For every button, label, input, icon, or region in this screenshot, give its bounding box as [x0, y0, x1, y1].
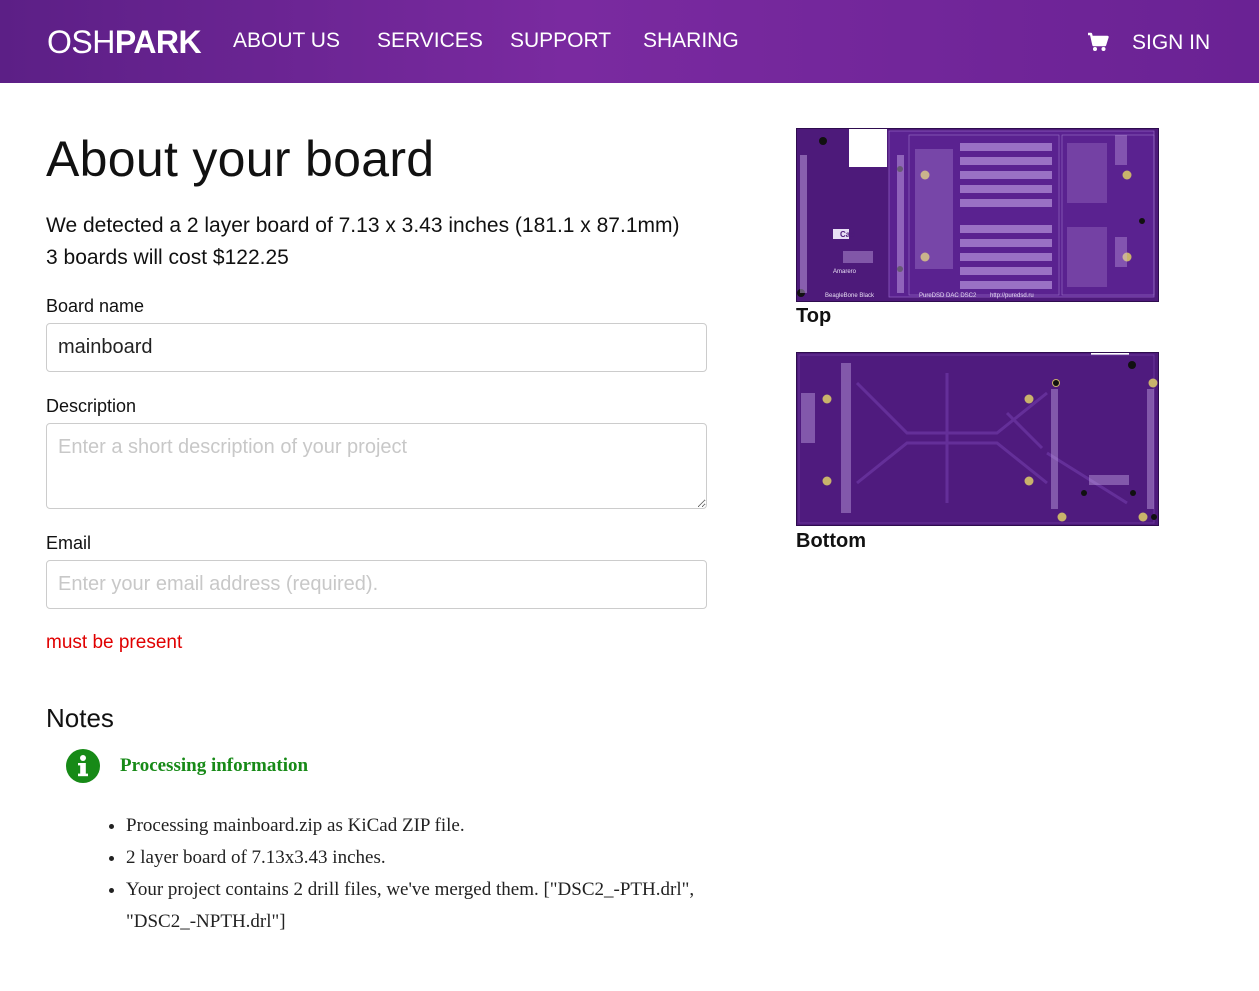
board-label-amarero: Amarero	[833, 269, 857, 275]
nav-about-us[interactable]: ABOUT US	[233, 29, 340, 53]
nav-sharing[interactable]: SHARING	[643, 29, 739, 53]
board-cost-text: 3 boards will cost $122.25	[46, 246, 289, 269]
email-error-message: must be present	[46, 632, 183, 653]
board-name-input[interactable]	[46, 323, 707, 372]
oshpark-logo[interactable]: OSHPARK	[47, 24, 202, 61]
list-item: Processing mainboard.zip as KiCad ZIP fi…	[126, 810, 706, 842]
list-item: Your project contains 2 drill files, we'…	[126, 874, 706, 938]
info-icon	[66, 749, 100, 783]
email-label: Email	[46, 533, 92, 553]
description-textarea[interactable]	[46, 423, 707, 509]
top-board-preview: Cad Amarero BeagleBone Black PureDSD DAC…	[796, 128, 1159, 302]
bottom-board-preview	[796, 352, 1159, 526]
nav-support[interactable]: SUPPORT	[510, 29, 611, 53]
shopping-cart-icon[interactable]	[1087, 32, 1109, 52]
board-label-url: http://puredsd.ru	[990, 293, 1034, 299]
board-summary: We detected a 2 layer board of 7.13 x 3.…	[46, 210, 679, 274]
logo-thin-text: OSH	[47, 24, 115, 60]
kicad-logo-text: Cad	[840, 230, 855, 239]
sign-in-link[interactable]: SIGN IN	[1132, 31, 1210, 55]
logo-bold-text: PARK	[114, 24, 202, 60]
bottom-preview-caption: Bottom	[796, 530, 866, 552]
top-preview-caption: Top	[796, 305, 832, 327]
processing-notes-list: Processing mainboard.zip as KiCad ZIP fi…	[86, 810, 706, 938]
detected-board-text: We detected a 2 layer board of 7.13 x 3.…	[46, 214, 680, 237]
bottom-board-render	[797, 353, 1158, 525]
description-label: Description	[46, 396, 137, 416]
page-title: About your board	[46, 131, 435, 187]
nav-services[interactable]: SERVICES	[377, 29, 483, 53]
board-label-beaglebone: BeagleBone Black	[825, 293, 875, 299]
board-name-label: Board name	[46, 296, 145, 316]
board-label-dac: PureDSD DAC DSC2	[919, 293, 977, 299]
top-navbar: OSHPARK ABOUT US SERVICES SUPPORT SHARIN…	[0, 0, 1259, 83]
processing-info-title: Processing information	[120, 755, 309, 776]
email-input[interactable]	[46, 560, 707, 609]
list-item: 2 layer board of 7.13x3.43 inches.	[126, 842, 706, 874]
notes-heading: Notes	[46, 703, 114, 733]
top-board-render: Cad Amarero BeagleBone Black PureDSD DAC…	[797, 129, 1158, 301]
